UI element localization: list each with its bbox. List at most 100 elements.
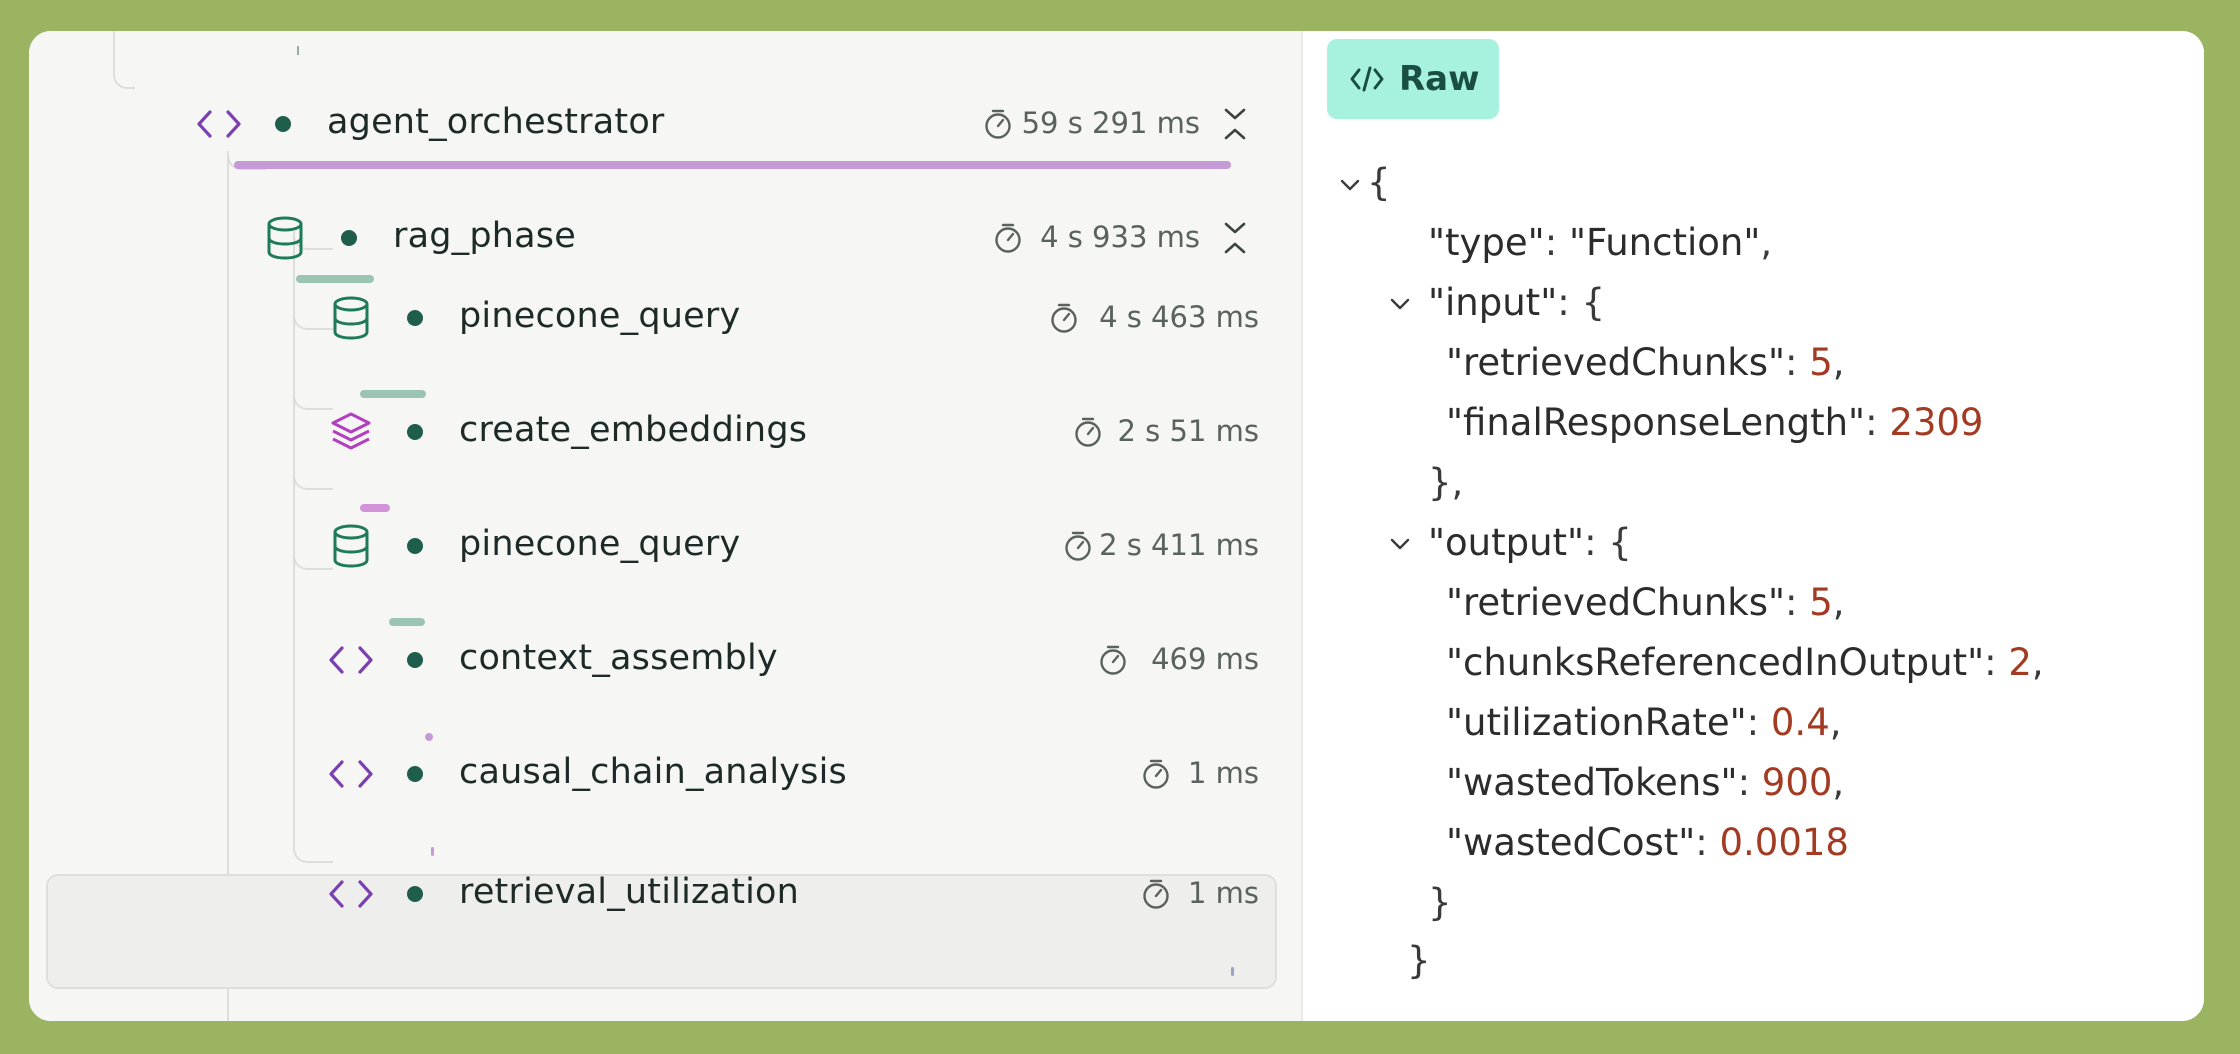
timer-icon [1073, 416, 1103, 448]
json-line-output: "output": { [1428, 521, 1632, 564]
code-icon [326, 869, 376, 919]
span-row-pinecone-query[interactable]: pinecone_query 4 s 463 ms [29, 288, 1259, 348]
code-icon [194, 99, 244, 149]
span-name: pinecone_query [459, 524, 741, 564]
status-dot [275, 116, 291, 132]
json-open-brace: { [1367, 161, 1391, 204]
span-row-create-embeddings[interactable]: create_embeddings 2 s 51 ms [29, 402, 1259, 462]
json-line: "wastedTokens": 900, [1446, 761, 1845, 804]
database-icon [260, 213, 310, 263]
json-line: "retrievedChunks": 5, [1446, 581, 1845, 624]
json-line: "finalResponseLength": 2309 [1446, 401, 1984, 444]
tree-connector [113, 51, 135, 89]
trace-viewer: agent_orchestrator 59 s 291 ms rag_phase… [29, 31, 2204, 1021]
span-name: create_embeddings [459, 410, 808, 450]
tree-connector [293, 471, 333, 490]
status-dot [407, 766, 423, 782]
json-value: 900 [1761, 761, 1833, 804]
json-line: "retrievedChunks": 5, [1446, 341, 1845, 384]
trace-tree-panel: agent_orchestrator 59 s 291 ms rag_phase… [29, 31, 1301, 1021]
json-value: 0.4 [1770, 701, 1830, 744]
span-row-retrieval-utilization[interactable]: retrieval_utilization 1 ms [29, 864, 1259, 924]
timer-icon [993, 222, 1023, 254]
collapse-icon[interactable] [1220, 106, 1250, 142]
span-duration-bar [360, 390, 426, 398]
json-key: "wastedTokens" [1446, 761, 1738, 804]
json-close-brace: }, [1428, 461, 1464, 504]
span-row-causal-chain-analysis[interactable]: causal_chain_analysis 1 ms [29, 744, 1259, 804]
layers-icon [326, 407, 376, 457]
json-close-brace: } [1428, 881, 1452, 924]
raw-view-button[interactable]: Raw [1327, 39, 1499, 119]
span-name: pinecone_query [459, 296, 741, 336]
json-value: 0.0018 [1719, 821, 1849, 864]
span-name: context_assembly [459, 638, 778, 678]
span-name: retrieval_utilization [459, 872, 800, 912]
timer-icon [1063, 530, 1093, 562]
chevron-down-icon[interactable] [1337, 172, 1363, 198]
json-key: "finalResponseLength" [1446, 401, 1866, 444]
database-icon [326, 293, 376, 343]
span-row-context-assembly[interactable]: context_assembly 469 ms [29, 630, 1259, 690]
span-duration-bar [431, 847, 434, 856]
timer-icon [1049, 302, 1079, 334]
status-dot [407, 886, 423, 902]
timer-icon [983, 108, 1013, 140]
tree-tick [297, 46, 299, 55]
json-key: "input" [1428, 281, 1558, 324]
json-key: "output" [1428, 521, 1585, 564]
span-duration: 59 s 291 ms [1021, 106, 1200, 140]
json-line-type: "type": "Function", [1428, 221, 1773, 264]
json-value: 2 [2008, 641, 2032, 684]
json-key: "retrievedChunks" [1446, 581, 1785, 624]
span-duration-bar [234, 161, 1231, 169]
timer-icon [1141, 758, 1171, 790]
span-duration-bar [389, 618, 425, 626]
span-duration-bar [1231, 967, 1234, 976]
span-row-agent-orchestrator[interactable]: agent_orchestrator 59 s 291 ms [29, 94, 1259, 154]
status-dot [407, 538, 423, 554]
span-name: rag_phase [393, 216, 576, 256]
span-duration: 469 ms [1151, 642, 1259, 676]
json-line-input: "input": { [1428, 281, 1605, 324]
span-duration: 4 s 933 ms [1040, 220, 1200, 254]
tree-connector [293, 841, 333, 863]
span-duration-bar [360, 504, 390, 512]
code-icon [326, 749, 376, 799]
detail-panel: Raw { "type": "Function", "input": { "re… [1303, 31, 2204, 1021]
span-name: agent_orchestrator [327, 102, 665, 142]
status-dot [341, 230, 357, 246]
json-key: "type" [1428, 221, 1545, 264]
json-value: 5 [1809, 581, 1833, 624]
code-icon [1350, 66, 1384, 92]
json-line: "utilizationRate": 0.4, [1446, 701, 1842, 744]
json-line: "wastedCost": 0.0018 [1446, 821, 1849, 864]
span-row-rag-phase[interactable]: rag_phase 4 s 933 ms [29, 208, 1259, 268]
timer-icon [1098, 644, 1128, 676]
chevron-down-icon[interactable] [1387, 531, 1413, 557]
json-value: 5 [1809, 341, 1833, 384]
status-dot [407, 310, 423, 326]
json-key: "utilizationRate" [1446, 701, 1747, 744]
chevron-down-icon[interactable] [1387, 291, 1413, 317]
timer-icon [1141, 878, 1171, 910]
status-dot [407, 424, 423, 440]
collapse-icon[interactable] [1220, 220, 1250, 256]
json-key: "wastedCost" [1446, 821, 1696, 864]
span-duration: 2 s 411 ms [1099, 528, 1259, 562]
span-duration: 2 s 51 ms [1117, 414, 1259, 448]
span-row-pinecone-query[interactable]: pinecone_query 2 s 411 ms [29, 516, 1259, 576]
json-value: "Function" [1568, 221, 1761, 264]
span-duration: 4 s 463 ms [1099, 300, 1259, 334]
span-duration-bar [425, 733, 433, 741]
status-dot [407, 652, 423, 668]
json-line: "chunksReferencedInOutput": 2, [1446, 641, 2044, 684]
span-duration: 1 ms [1187, 876, 1259, 910]
span-duration: 1 ms [1187, 756, 1259, 790]
json-close-brace: } [1407, 939, 1431, 982]
span-name: causal_chain_analysis [459, 752, 847, 792]
span-duration-bar [296, 275, 374, 283]
database-icon [326, 521, 376, 571]
json-key: "chunksReferencedInOutput" [1446, 641, 1985, 684]
code-icon [326, 635, 376, 685]
